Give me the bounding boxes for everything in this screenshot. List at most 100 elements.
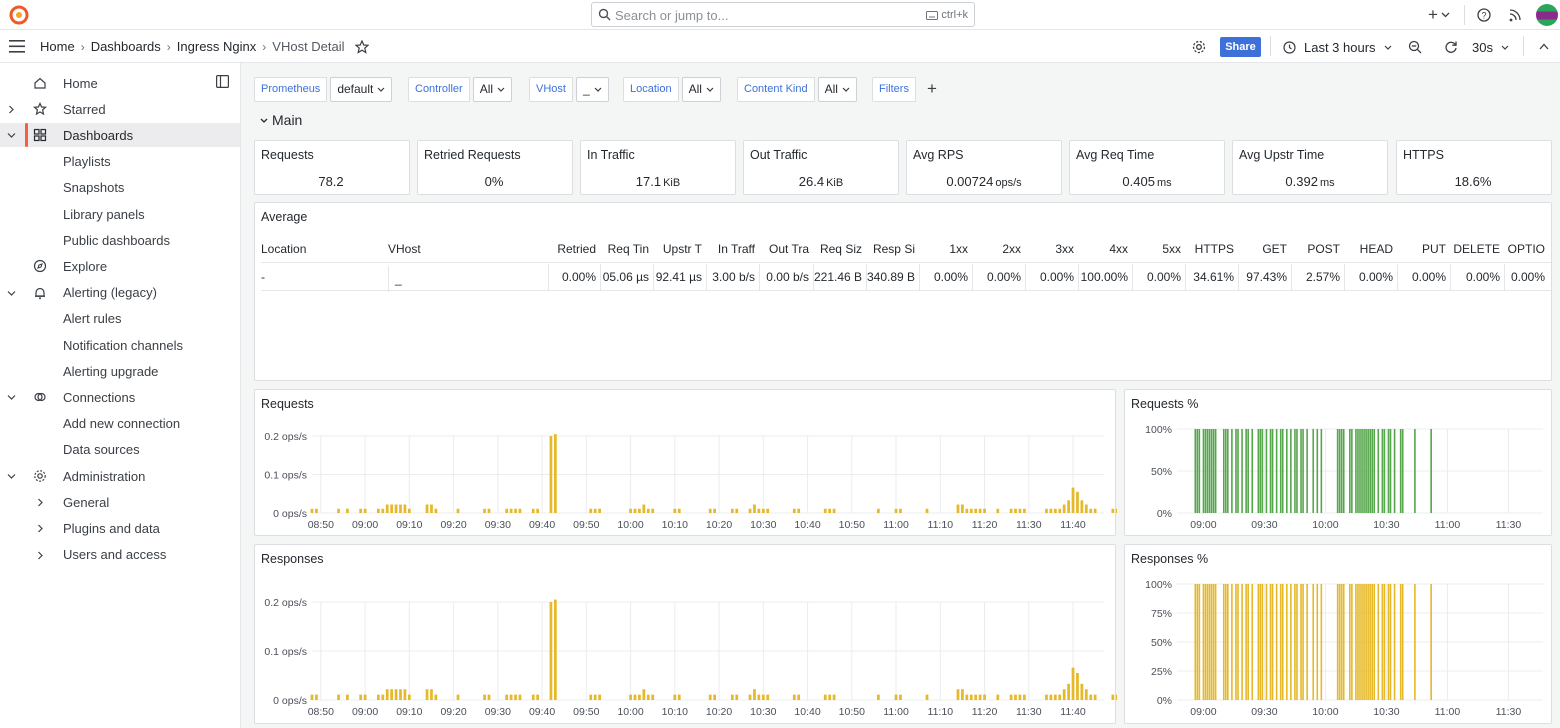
- bar: [1251, 584, 1254, 700]
- sidebar-item-snapshots[interactable]: Snapshots: [0, 176, 240, 200]
- sidebar-item-plugins-and-data[interactable]: Plugins and data: [0, 516, 240, 540]
- bar: [651, 508, 655, 513]
- chevron-up-icon[interactable]: [1539, 43, 1549, 50]
- column-header[interactable]: DELETE: [1450, 236, 1504, 262]
- breadcrumb-bar: Home › Dashboards › Ingress Nginx › VHost D…: [0, 30, 1560, 63]
- breadcrumb-folder[interactable]: Ingress Nginx: [177, 39, 256, 54]
- zoom-out-icon[interactable]: [1408, 40, 1422, 54]
- star-icon[interactable]: [354, 39, 369, 54]
- add-filter-button[interactable]: +: [927, 76, 937, 102]
- sidebar-item-general[interactable]: General: [0, 490, 240, 514]
- bar: [651, 694, 655, 700]
- refresh-interval-picker[interactable]: 30s: [1472, 36, 1509, 58]
- column-header[interactable]: Resp Si: [866, 236, 919, 262]
- bar: [1355, 584, 1357, 700]
- column-header[interactable]: VHost: [388, 236, 548, 262]
- column-header[interactable]: PUT: [1397, 236, 1450, 262]
- share-button[interactable]: Share: [1220, 37, 1261, 57]
- time-range-picker[interactable]: Last 3 hours: [1283, 36, 1392, 58]
- sidebar-item-add-new-connection[interactable]: Add new connection: [0, 412, 240, 436]
- bar: [1245, 584, 1247, 700]
- bar: [1062, 504, 1066, 513]
- rss-icon[interactable]: [1508, 5, 1522, 25]
- bar: [792, 694, 796, 700]
- column-header[interactable]: 3xx: [1025, 236, 1078, 262]
- column-header[interactable]: Req Siz: [813, 236, 866, 262]
- chevron-down-icon[interactable]: [7, 393, 16, 402]
- chevron-down-icon[interactable]: [7, 131, 16, 140]
- sidebar-item-starred[interactable]: Starred: [0, 97, 240, 121]
- variable-select[interactable]: All: [472, 76, 513, 102]
- bar: [1049, 694, 1053, 700]
- sidebar-item-dashboards[interactable]: Dashboards: [0, 123, 240, 148]
- column-header[interactable]: POST: [1291, 236, 1344, 262]
- bar: [1067, 500, 1070, 513]
- column-header[interactable]: Upstr T: [653, 236, 706, 262]
- column-header[interactable]: HTTPS: [1185, 236, 1238, 262]
- variable-select[interactable]: All: [681, 76, 721, 102]
- sidebar-item-users-and-access[interactable]: Users and access: [0, 543, 240, 567]
- column-header[interactable]: 2xx: [972, 236, 1025, 262]
- sidebar-item-alerting-upgrade[interactable]: Alerting upgrade: [0, 359, 240, 383]
- sidebar-item-alerting-legacy[interactable]: Alerting (legacy): [0, 281, 240, 305]
- grafana-logo-icon[interactable]: [9, 5, 29, 25]
- search-input[interactable]: Search or jump to... ctrl+k: [591, 2, 975, 27]
- breadcrumb-dashboards[interactable]: Dashboards: [91, 39, 161, 54]
- sidebar-item-public-dashboards[interactable]: Public dashboards: [0, 228, 240, 252]
- x-tick-label: 10:20: [706, 519, 732, 531]
- chevron-right-icon[interactable]: [36, 498, 45, 507]
- sidebar-item-administration[interactable]: Administration: [0, 464, 240, 488]
- column-header[interactable]: GET: [1238, 236, 1291, 262]
- variable-select[interactable]: default: [330, 76, 393, 102]
- column-header[interactable]: Location: [261, 236, 388, 262]
- bar: [1316, 429, 1319, 513]
- chevron-right-icon[interactable]: [36, 551, 45, 560]
- breadcrumb-home[interactable]: Home: [40, 39, 75, 54]
- column-header[interactable]: HEAD: [1344, 236, 1397, 262]
- sidebar-item-home[interactable]: Home: [0, 71, 240, 95]
- chevron-down-icon[interactable]: [7, 289, 16, 298]
- sidebar-item-playlists[interactable]: Playlists: [0, 150, 240, 174]
- requests-percent-chart-panel: Requests % 0% 50% 100% 09:00 09:30 10:00 10:30…: [1124, 389, 1552, 536]
- sidebar-item-data-sources[interactable]: Data sources: [0, 438, 240, 462]
- sidebar-item-explore[interactable]: Explore: [0, 254, 240, 278]
- chevron-down-icon[interactable]: [7, 472, 16, 481]
- variable-value: default: [337, 82, 374, 96]
- column-header[interactable]: Retried: [548, 236, 600, 262]
- column-header[interactable]: Out Tra: [759, 236, 813, 262]
- bar: [1076, 491, 1079, 513]
- bar: [1257, 584, 1260, 700]
- help-icon[interactable]: ?: [1477, 5, 1491, 25]
- column-header[interactable]: 5xx: [1132, 236, 1185, 262]
- sidebar-item-library-panels[interactable]: Library panels: [0, 202, 240, 226]
- column-header[interactable]: 4xx: [1078, 236, 1132, 262]
- search-icon: [598, 8, 611, 21]
- settings-icon[interactable]: [1192, 40, 1206, 54]
- column-header[interactable]: OPTIO: [1504, 236, 1549, 262]
- variable-label[interactable]: Filters: [872, 76, 916, 102]
- refresh-icon[interactable]: [1444, 40, 1458, 54]
- sidebar-item-alert-rules[interactable]: Alert rules: [0, 307, 240, 331]
- avatar[interactable]: [1536, 4, 1558, 26]
- sidebar-item-label: Snapshots: [63, 180, 125, 196]
- bar: [1265, 429, 1268, 513]
- bar: [1363, 584, 1365, 700]
- bar: [748, 508, 752, 513]
- column-header[interactable]: Req Tin: [600, 236, 653, 262]
- bar: [757, 694, 761, 700]
- bar: [1365, 429, 1367, 513]
- sidebar-item-connections[interactable]: Connections: [0, 385, 240, 409]
- row-header-main[interactable]: Main: [260, 112, 302, 128]
- new-menu-button[interactable]: +: [1428, 5, 1450, 25]
- menu-icon[interactable]: [9, 40, 25, 53]
- chevron-right-icon[interactable]: [36, 524, 45, 533]
- sidebar-item-notification-channels[interactable]: Notification channels: [0, 333, 240, 357]
- column-header[interactable]: In Traff: [706, 236, 759, 262]
- column-header[interactable]: 1xx: [919, 236, 972, 262]
- bar: [1320, 429, 1323, 513]
- bar: [1279, 584, 1282, 700]
- variable-select[interactable]: _: [575, 76, 609, 102]
- variable-select[interactable]: All: [817, 76, 857, 102]
- bar: [1062, 689, 1066, 700]
- chevron-right-icon[interactable]: [7, 105, 16, 114]
